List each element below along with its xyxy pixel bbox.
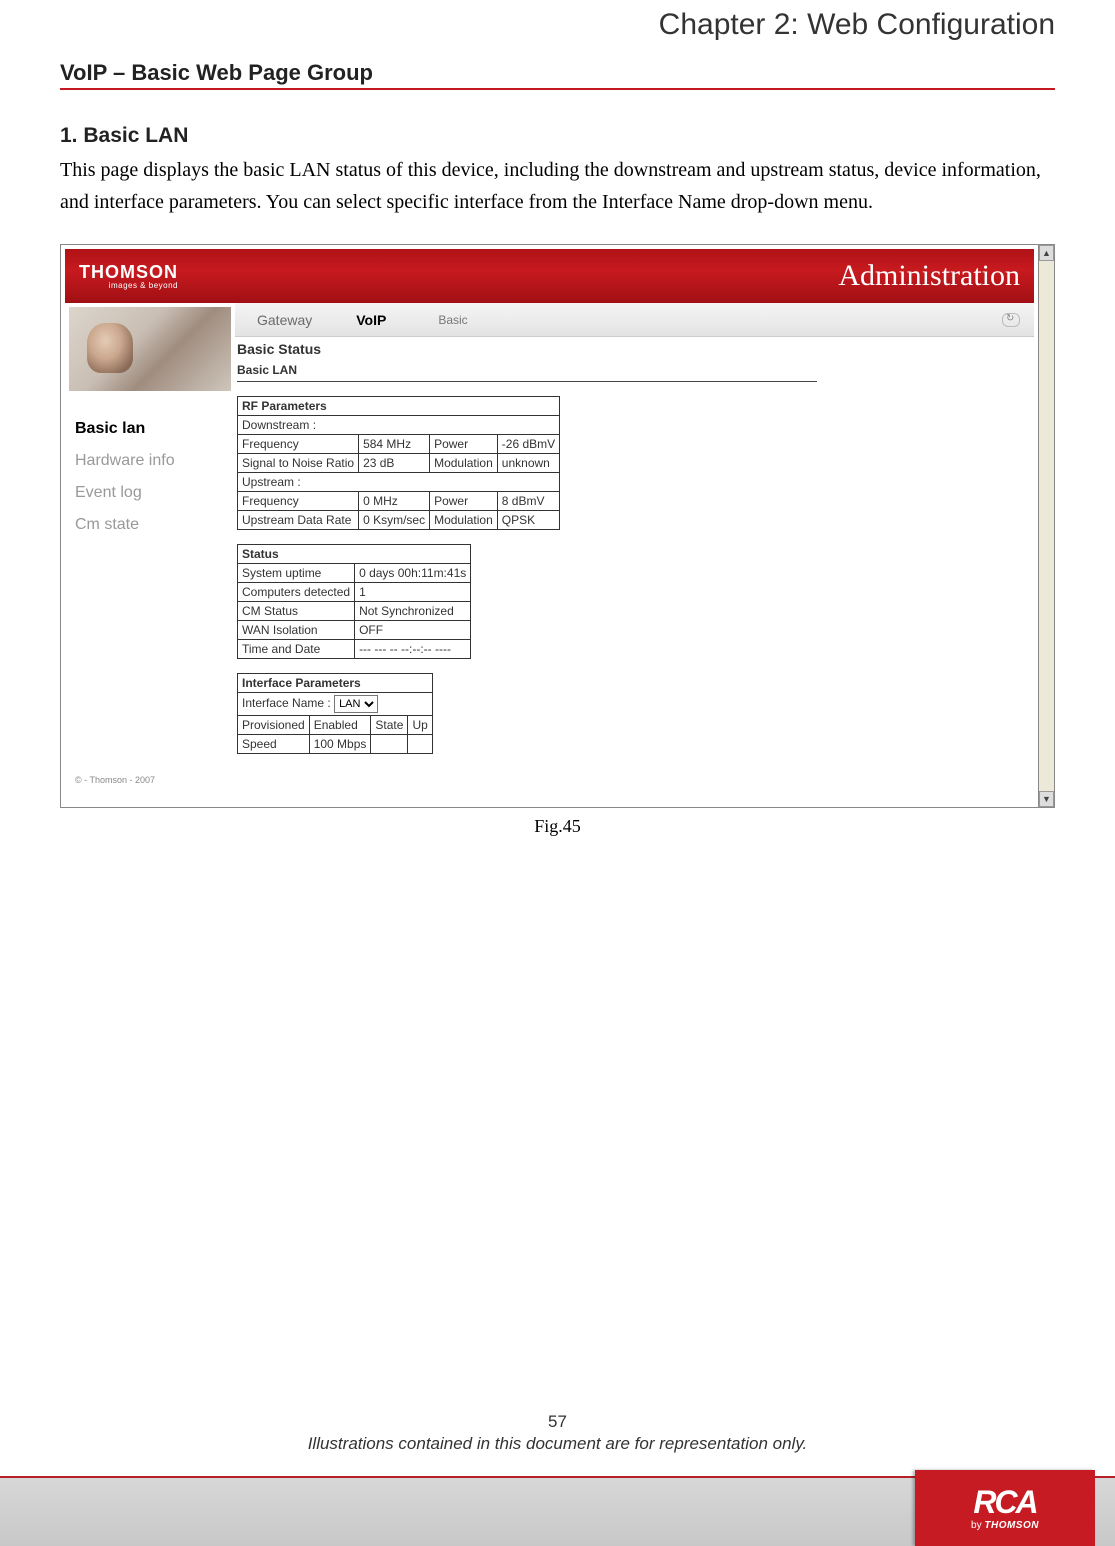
vertical-scrollbar[interactable]: ▲ ▼ xyxy=(1038,245,1054,807)
state-label: State xyxy=(371,716,408,735)
downstream-label: Downstream : xyxy=(238,416,560,435)
by-text: by xyxy=(971,1520,982,1531)
tab-gateway[interactable]: Gateway xyxy=(235,312,334,328)
subtab-basic[interactable]: Basic xyxy=(438,313,467,327)
status-header: Status xyxy=(238,545,471,564)
scroll-down-icon[interactable]: ▼ xyxy=(1039,791,1054,807)
prov-label: Provisioned xyxy=(238,716,310,735)
cm-val: Not Synchronized xyxy=(355,602,471,621)
us-freq-val: 0 MHz xyxy=(359,492,430,511)
page-footer: 57 Illustrations contained in this docum… xyxy=(0,1412,1115,1454)
computers-val: 1 xyxy=(355,583,471,602)
top-tab-bar: Gateway VoIP Basic xyxy=(235,303,1034,337)
rf-parameters-table: RF Parameters Downstream : Frequency 584… xyxy=(237,396,560,530)
uptime-val: 0 days 00h:11m:41s xyxy=(355,564,471,583)
footer-note: Illustrations contained in this document… xyxy=(0,1434,1115,1454)
section-title: VoIP – Basic Web Page Group xyxy=(60,60,1055,90)
thomson-text: THOMSON xyxy=(984,1520,1039,1531)
us-rate-val: 0 Ksym/sec xyxy=(359,511,430,530)
sidebar-copyright: © - Thomson - 2007 xyxy=(75,775,155,785)
logo-tagline: images & beyond xyxy=(79,281,178,290)
us-mod-val: QPSK xyxy=(497,511,559,530)
uptime-label: System uptime xyxy=(238,564,355,583)
wan-val: OFF xyxy=(355,621,471,640)
scroll-up-icon[interactable]: ▲ xyxy=(1039,245,1054,261)
banner-title: Administration xyxy=(838,259,1020,293)
us-rate-label: Upstream Data Rate xyxy=(238,511,359,530)
iface-name-label: Interface Name : xyxy=(242,696,331,710)
chapter-title: Chapter 2: Web Configuration xyxy=(60,0,1055,60)
cm-label: CM Status xyxy=(238,602,355,621)
sidebar-item-cm-state[interactable]: Cm state xyxy=(75,509,225,541)
rca-logo-box: RCA by THOMSON xyxy=(915,1470,1095,1546)
sidebar-item-event-log[interactable]: Event log xyxy=(75,477,225,509)
prov-val: Enabled xyxy=(309,716,371,735)
sidebar-item-basic-lan[interactable]: Basic lan xyxy=(75,413,225,445)
ds-freq-label: Frequency xyxy=(238,435,359,454)
ds-mod-label: Modulation xyxy=(430,454,498,473)
rf-header: RF Parameters xyxy=(238,397,560,416)
content-title: Basic Status xyxy=(237,341,1034,357)
upstream-label: Upstream : xyxy=(238,473,560,492)
rca-logo: RCA xyxy=(973,1486,1036,1518)
user-photo xyxy=(69,307,231,391)
sidebar: Basic lan Hardware info Event log Cm sta… xyxy=(65,303,235,803)
empty-cell xyxy=(408,735,432,754)
logo-text: THOMSON xyxy=(79,262,178,282)
body-paragraph: This page displays the basic LAN status … xyxy=(60,154,1055,218)
ds-snr-val: 23 dB xyxy=(359,454,430,473)
status-table: Status System uptime0 days 00h:11m:41s C… xyxy=(237,544,471,659)
rca-byline: by THOMSON xyxy=(971,1520,1039,1531)
speed-val: 100 Mbps xyxy=(309,735,371,754)
ds-freq-val: 584 MHz xyxy=(359,435,430,454)
content-area: Basic Status Basic LAN RF Parameters Dow… xyxy=(235,339,1034,803)
divider xyxy=(237,381,817,382)
wan-label: WAN Isolation xyxy=(238,621,355,640)
state-val: Up xyxy=(408,716,432,735)
sidebar-item-hardware-info[interactable]: Hardware info xyxy=(75,445,225,477)
ds-power-label: Power xyxy=(430,435,498,454)
ds-power-val: -26 dBmV xyxy=(497,435,559,454)
empty-cell xyxy=(371,735,408,754)
embedded-screenshot: THOMSON images & beyond Administration G… xyxy=(60,244,1055,808)
page-number: 57 xyxy=(0,1412,1115,1432)
app-banner: THOMSON images & beyond Administration xyxy=(65,249,1034,303)
figure-caption: Fig.45 xyxy=(60,816,1055,837)
us-mod-label: Modulation xyxy=(430,511,498,530)
iface-name-row: Interface Name : LAN xyxy=(238,693,433,716)
iface-header: Interface Parameters xyxy=(238,674,433,693)
us-power-val: 8 dBmV xyxy=(497,492,559,511)
us-freq-label: Frequency xyxy=(238,492,359,511)
refresh-icon[interactable] xyxy=(1002,313,1020,327)
computers-label: Computers detected xyxy=(238,583,355,602)
tab-voip[interactable]: VoIP xyxy=(334,312,408,328)
ds-mod-val: unknown xyxy=(497,454,559,473)
time-label: Time and Date xyxy=(238,640,355,659)
interface-parameters-table: Interface Parameters Interface Name : LA… xyxy=(237,673,433,754)
speed-label: Speed xyxy=(238,735,310,754)
time-val: --- --- -- --:--:-- ---- xyxy=(355,640,471,659)
interface-name-select[interactable]: LAN xyxy=(334,695,378,713)
sub-heading: 1. Basic LAN xyxy=(60,124,1055,148)
thomson-logo: THOMSON images & beyond xyxy=(79,262,178,290)
ds-snr-label: Signal to Noise Ratio xyxy=(238,454,359,473)
bottom-bar: RCA by THOMSON xyxy=(0,1476,1115,1546)
us-power-label: Power xyxy=(430,492,498,511)
content-subtitle: Basic LAN xyxy=(237,363,1034,377)
